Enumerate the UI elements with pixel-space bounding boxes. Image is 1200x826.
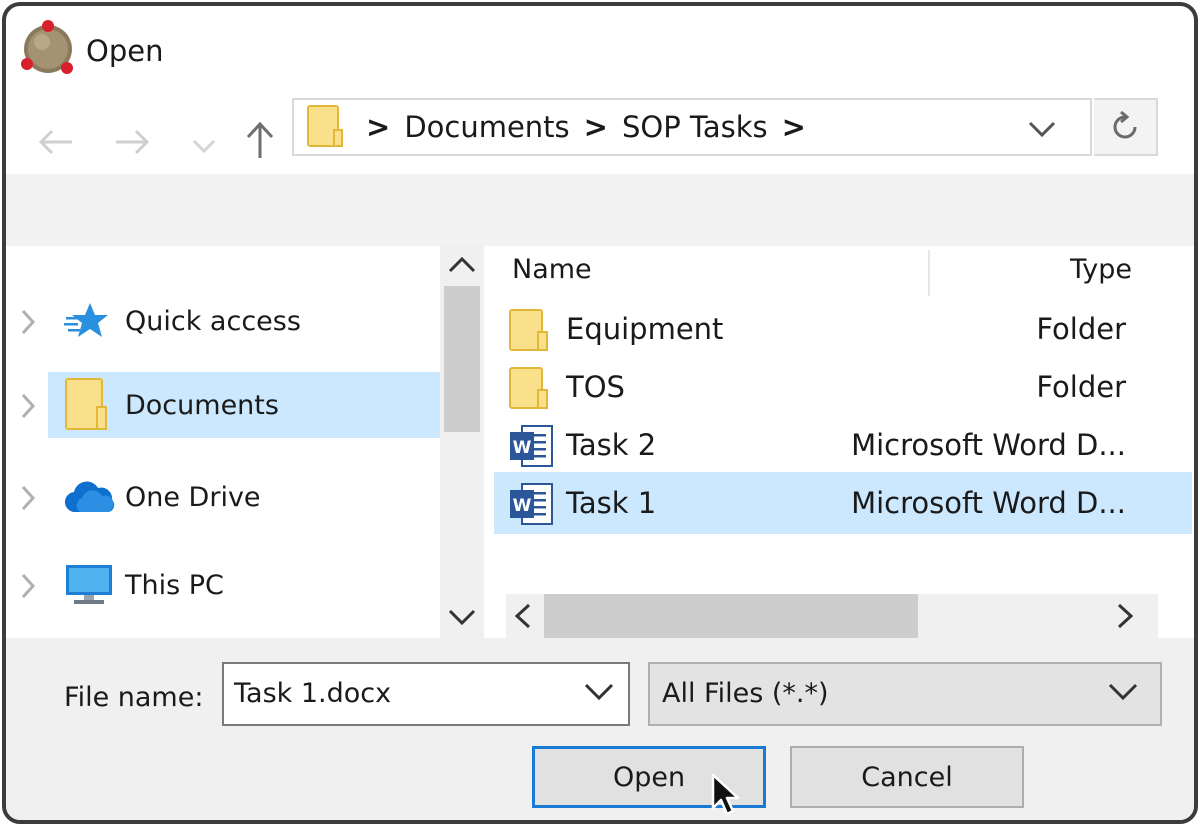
refresh-button[interactable] [1094,98,1158,156]
back-button[interactable] [34,120,78,164]
open-button-label: Open [612,761,686,793]
file-name: Task 2 [566,428,657,462]
address-dropdown-button[interactable] [1028,120,1056,142]
chevron-down-icon [1108,683,1138,701]
breadcrumb-documents[interactable]: Documents [404,110,569,144]
chevron-right-icon[interactable] [20,485,36,511]
dialog-title: Open [86,34,164,68]
file-row-task-1[interactable]: W Task 1 Microsoft Word D... [494,472,1192,534]
nav-item-this-pc[interactable]: This PC [6,552,440,618]
breadcrumb-separator[interactable]: > [584,110,608,144]
open-dialog: Open > Documents > SOP Tasks > Quick acc… [2,2,1198,824]
nav-item-one-drive[interactable]: One Drive [6,464,440,530]
nav-item-label: Quick access [125,305,301,337]
nav-item-label: This PC [125,569,224,601]
breadcrumb-separator[interactable]: > [782,110,806,144]
scroll-right-icon[interactable] [1116,603,1134,629]
arrow-right-icon [116,129,150,155]
dialog-footer: File name: Task 1.docx All Files (*.*) O… [6,638,1194,820]
file-name-input[interactable]: Task 1.docx [222,662,630,726]
file-row-equipment[interactable]: Equipment Folder [490,300,1188,362]
file-type-select[interactable]: All Files (*.*) [648,662,1162,726]
chevron-down-icon[interactable] [584,682,614,702]
chevron-right-icon[interactable] [20,309,36,335]
chevron-down-icon [1028,121,1056,138]
recent-locations-button[interactable] [182,124,226,168]
nav-item-documents[interactable]: Documents [21,372,440,438]
scroll-left-icon[interactable] [514,603,532,629]
arrow-left-icon [38,129,72,155]
file-type: Folder [1036,370,1126,404]
word-doc-icon: W [510,483,553,525]
file-name: Task 1 [566,486,657,520]
scrollbar-thumb[interactable] [544,594,918,638]
chevron-down-icon [192,139,216,154]
column-header-type[interactable]: Type [1070,254,1132,285]
file-type: Folder [1036,312,1126,346]
column-divider[interactable] [928,250,930,296]
folder-icon [65,378,107,430]
file-type-value: All Files (*.*) [662,678,829,709]
folder-icon [509,309,548,351]
scrollbar-thumb[interactable] [444,286,480,432]
up-button[interactable] [238,118,282,162]
cancel-button-label: Cancel [861,761,953,793]
chevron-right-icon[interactable] [20,573,36,599]
folder-icon [306,104,344,154]
app-logo-icon [18,18,80,84]
arrow-up-icon [246,121,274,158]
file-list-scrollbar[interactable] [506,594,1158,638]
breadcrumb: > Documents > SOP Tasks > [366,110,806,144]
file-name-value: Task 1.docx [234,678,392,709]
column-header-name[interactable]: Name [512,254,592,285]
file-type: Microsoft Word D... [851,428,1126,462]
address-bar[interactable]: > Documents > SOP Tasks > [292,98,1092,156]
cloud-icon [64,481,115,513]
file-row-tos[interactable]: TOS Folder [490,358,1188,420]
file-name: TOS [566,370,625,404]
folder-icon [509,367,548,409]
word-doc-icon: W [510,425,553,467]
navigation-pane: Quick access Documents One Drive This PC [6,246,484,638]
nav-item-label: One Drive [125,481,261,513]
refresh-icon [1113,110,1137,139]
nav-item-quick-access[interactable]: Quick access [6,288,440,354]
breadcrumb-separator[interactable]: > [366,110,390,144]
cancel-button[interactable]: Cancel [790,746,1024,808]
command-bar [6,174,1194,246]
mouse-cursor-icon [711,773,740,816]
svg-text:W: W [513,496,532,516]
file-list: Name Type Equipment Folder TOS Folder W … [490,246,1194,638]
file-name-label: File name: [64,682,204,713]
file-row-task-2[interactable]: W Task 2 Microsoft Word D... [490,416,1188,478]
star-icon [64,303,108,337]
chevron-right-icon[interactable] [20,393,36,419]
monitor-icon [66,565,112,604]
svg-text:W: W [513,438,532,458]
file-type: Microsoft Word D... [851,486,1126,520]
scroll-down-icon[interactable] [448,608,476,626]
nav-pane-scrollbar[interactable] [440,246,484,638]
forward-button[interactable] [110,120,154,164]
breadcrumb-sop-tasks[interactable]: SOP Tasks [622,110,768,144]
file-name: Equipment [566,312,724,346]
scroll-up-icon[interactable] [448,256,476,274]
nav-item-label: Documents [125,389,279,421]
